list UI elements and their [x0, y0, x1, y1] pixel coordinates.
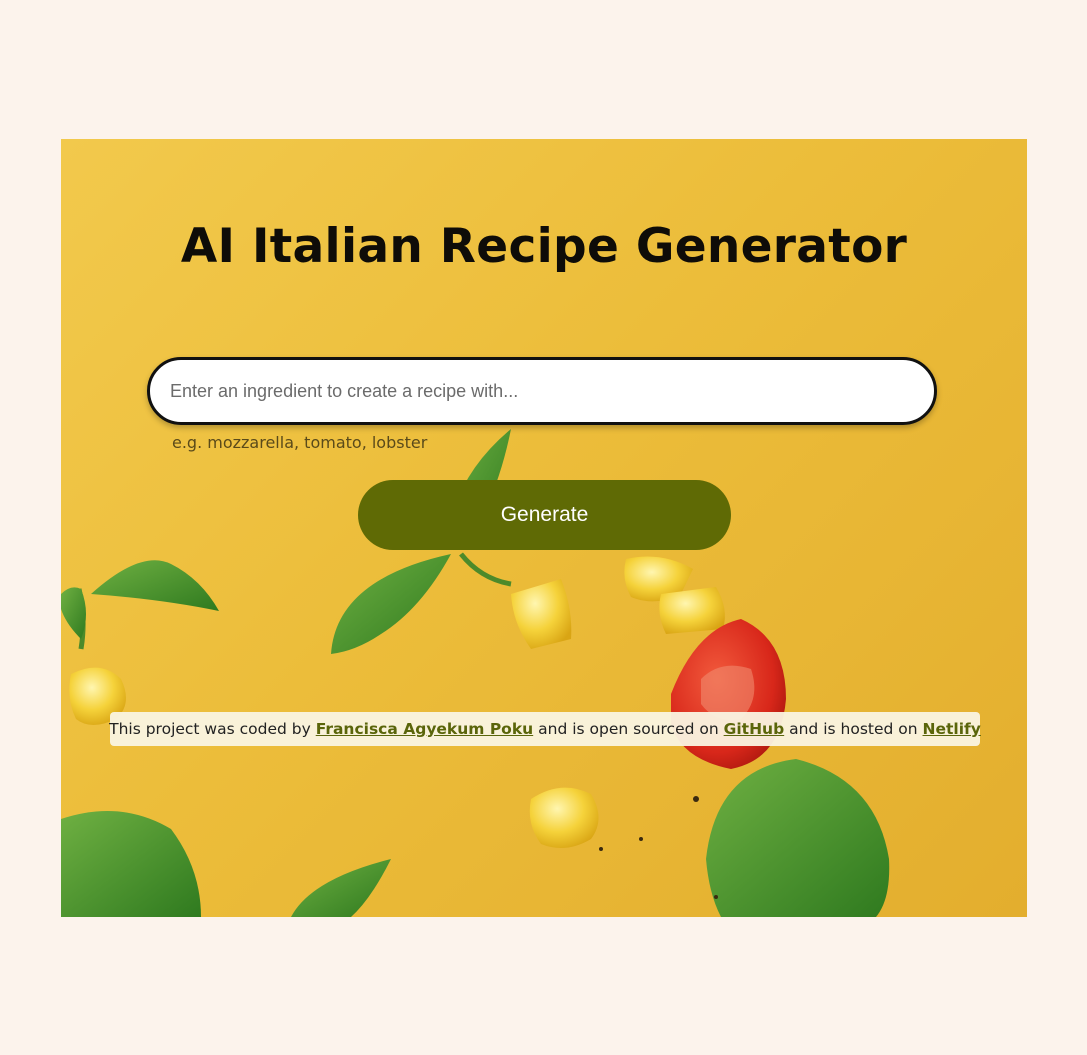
github-link[interactable]: GitHub: [724, 720, 785, 738]
author-link[interactable]: Francisca Agyekum Poku: [316, 720, 533, 738]
pepper-speck-icon: [639, 837, 643, 841]
corn-kernel-icon: [659, 587, 725, 634]
basil-leaf-icon: [61, 587, 86, 639]
ingredient-hint: e.g. mozzarella, tomato, lobster: [172, 433, 428, 452]
basil-leaf-icon: [91, 560, 219, 611]
ingredient-input[interactable]: [147, 357, 937, 425]
pepper-speck-icon: [599, 847, 603, 851]
basil-leaf-icon: [706, 759, 890, 917]
pepper-speck-icon: [714, 895, 718, 899]
footer-text: and is hosted on: [789, 720, 918, 738]
footer-credits: This project was coded by Francisca Agye…: [109, 712, 981, 746]
corn-kernel-icon: [529, 787, 599, 848]
generate-button[interactable]: Generate: [358, 480, 731, 550]
footer-text: and is open sourced on: [538, 720, 719, 738]
page-title: AI Italian Recipe Generator: [180, 219, 908, 274]
basil-stem-icon: [459, 552, 512, 587]
basil-leaf-icon: [331, 554, 451, 654]
recipe-generator-card: AI Italian Recipe Generator e.g. mozzare…: [61, 139, 1027, 917]
pepper-speck-icon: [693, 796, 699, 802]
basil-leaf-icon: [291, 859, 391, 917]
corn-kernel-icon: [511, 579, 572, 649]
basil-leaf-icon: [61, 811, 201, 917]
footer-text: This project was coded by: [109, 720, 311, 738]
netlify-link[interactable]: Netlify: [923, 720, 981, 738]
